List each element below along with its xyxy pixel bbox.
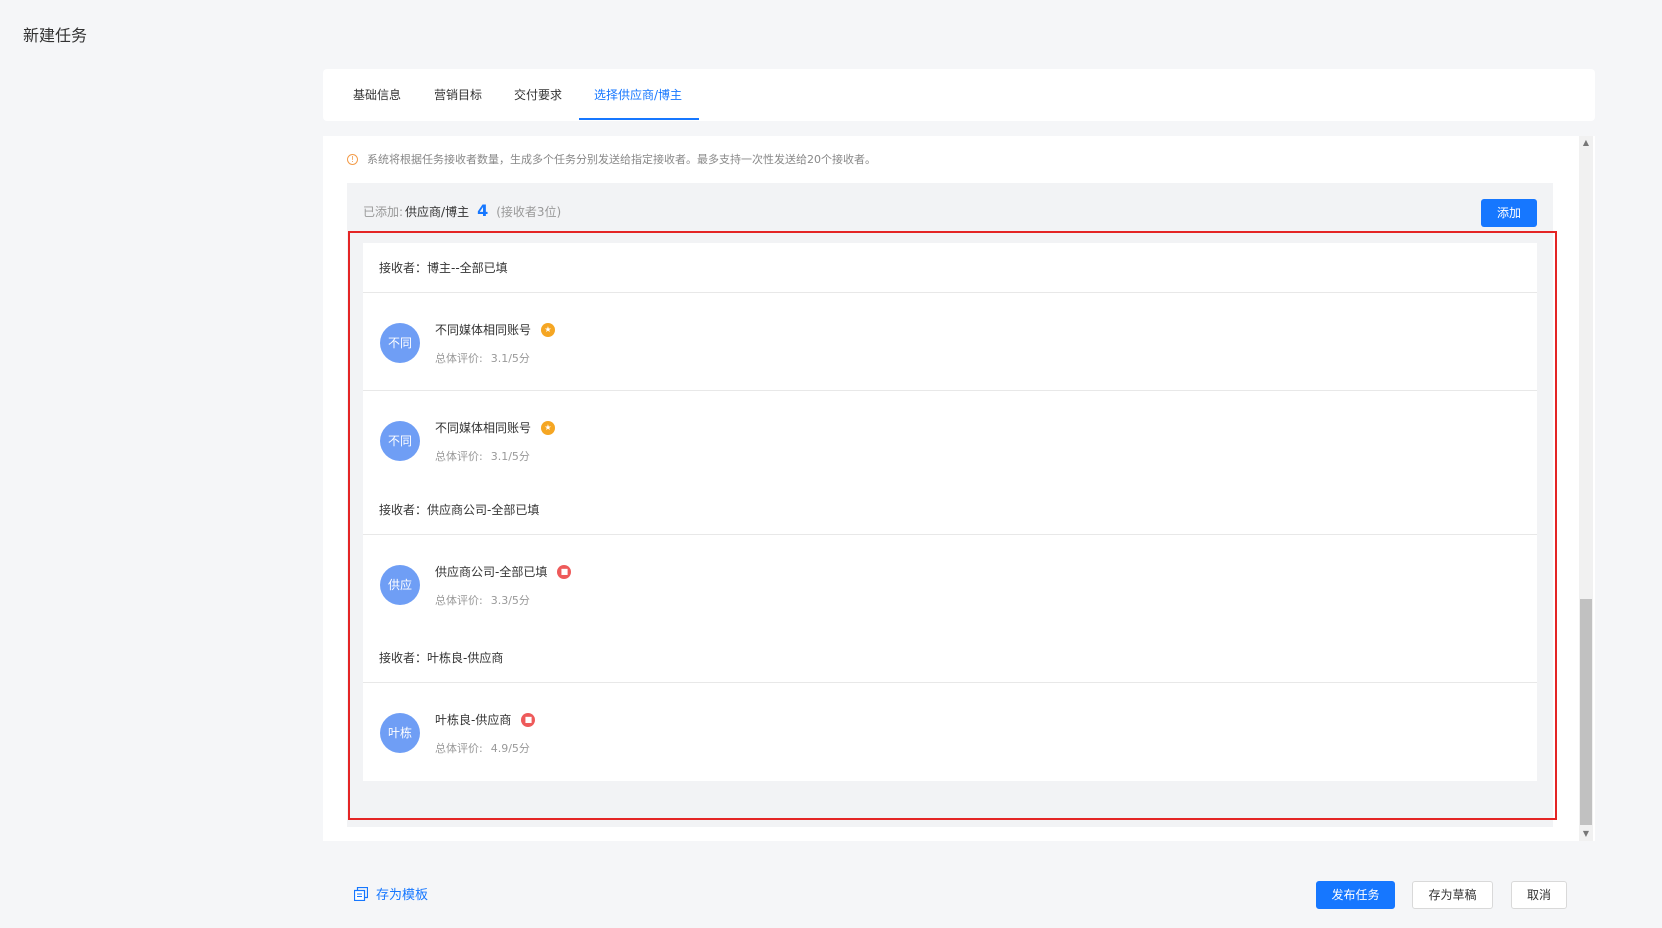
member-item: 叶栋 叶栋良-供应商 ■ 总体评价: 4.9/5分 <box>363 683 1537 781</box>
scrollbar[interactable]: ▲ ▼ <box>1579 136 1593 841</box>
added-label: 已添加: <box>363 205 404 219</box>
member-name: 不同媒体相同账号 ★ <box>435 419 556 436</box>
receiver-group: 接收者：供应商公司-全部已填 供应 供应商公司-全部已填 ■ 总体评价: 3.3/… <box>363 485 1537 633</box>
supplier-icon: ■ <box>521 712 536 727</box>
member-item: 不同 不同媒体相同账号 ★ 总体评价: 3.1/5分 <box>363 391 1537 489</box>
rating-label: 总体评价: <box>435 594 483 607</box>
member-item: 不同 不同媒体相同账号 ★ 总体评价: 3.1/5分 <box>363 293 1537 391</box>
page-title: 新建任务 <box>23 26 88 45</box>
added-type: 供应商/博主 <box>405 205 470 219</box>
scroll-thumb[interactable] <box>1580 599 1592 825</box>
added-summary: 已添加: 供应商/博主 4 (接收者3位) <box>363 201 561 220</box>
tab-bar: 基础信息 营销目标 交付要求 选择供应商/博主 <box>323 69 1595 121</box>
receiver-group: 接收者：叶栋良-供应商 叶栋 叶栋良-供应商 ■ 总体评价: 4.9/5分 <box>363 633 1537 781</box>
receiver-group: 接收者：博主--全部已填 不同 不同媒体相同账号 ★ 总体评价: 3.1/5分 不… <box>363 243 1537 489</box>
scroll-up-icon[interactable]: ▲ <box>1579 136 1593 150</box>
add-button[interactable]: 添加 <box>1481 199 1537 227</box>
avatar: 不同 <box>380 421 420 461</box>
content-card: ! 系统将根据任务接收者数量，生成多个任务分别发送给指定接收者。最多支持一次性发… <box>323 136 1595 841</box>
member-rating: 总体评价: 3.1/5分 <box>435 350 530 366</box>
rating-value: 3.1/5分 <box>490 450 530 463</box>
avatar: 供应 <box>380 565 420 605</box>
group-header: 接收者：叶栋良-供应商 <box>363 633 1537 683</box>
notice-text: 系统将根据任务接收者数量，生成多个任务分别发送给指定接收者。最多支持一次性发送给… <box>367 153 876 166</box>
avatar: 不同 <box>380 323 420 363</box>
rating-label: 总体评价: <box>435 450 483 463</box>
crown-icon: ★ <box>541 420 556 435</box>
crown-icon: ★ <box>541 322 556 337</box>
group-header: 接收者：供应商公司-全部已填 <box>363 485 1537 535</box>
member-name: 不同媒体相同账号 ★ <box>435 321 556 338</box>
scroll-down-icon[interactable]: ▼ <box>1579 827 1593 841</box>
tab-delivery-requirements[interactable]: 交付要求 <box>514 69 562 121</box>
member-item: 供应 供应商公司-全部已填 ■ 总体评价: 3.3/5分 <box>363 535 1537 633</box>
member-name-text: 不同媒体相同账号 <box>435 323 532 337</box>
save-template-button[interactable]: 存为模板 <box>354 884 428 903</box>
notice: ! 系统将根据任务接收者数量，生成多个任务分别发送给指定接收者。最多支持一次性发… <box>347 151 876 167</box>
group-header: 接收者：博主--全部已填 <box>363 243 1537 293</box>
rating-value: 4.9/5分 <box>490 742 530 755</box>
avatar: 叶栋 <box>380 713 420 753</box>
save-draft-button[interactable]: 存为草稿 <box>1412 881 1493 909</box>
supplier-icon: ■ <box>557 564 572 579</box>
member-name-text: 供应商公司-全部已填 <box>435 565 548 579</box>
member-rating: 总体评价: 4.9/5分 <box>435 740 530 756</box>
active-tab-indicator <box>579 118 699 120</box>
rating-value: 3.1/5分 <box>490 352 530 365</box>
member-name-text: 不同媒体相同账号 <box>435 421 532 435</box>
member-name: 叶栋良-供应商 ■ <box>435 711 536 728</box>
tab-basic-info[interactable]: 基础信息 <box>353 69 401 121</box>
member-rating: 总体评价: 3.1/5分 <box>435 448 530 464</box>
publish-button[interactable]: 发布任务 <box>1316 881 1395 909</box>
info-icon: ! <box>347 153 358 165</box>
cancel-button[interactable]: 取消 <box>1511 881 1567 909</box>
save-template-label: 存为模板 <box>376 888 429 903</box>
member-name-text: 叶栋良-供应商 <box>435 713 512 727</box>
tab-select-supplier[interactable]: 选择供应商/博主 <box>594 69 682 121</box>
member-rating: 总体评价: 3.3/5分 <box>435 592 530 608</box>
receiver-panel: 已添加: 供应商/博主 4 (接收者3位) 添加 接收者：博主--全部已填 不同… <box>347 183 1553 827</box>
copy-icon <box>354 886 368 901</box>
rating-label: 总体评价: <box>435 352 483 365</box>
tab-marketing-goal[interactable]: 营销目标 <box>434 69 482 121</box>
member-name: 供应商公司-全部已填 ■ <box>435 563 572 580</box>
rating-value: 3.3/5分 <box>490 594 530 607</box>
rating-label: 总体评价: <box>435 742 483 755</box>
added-count: 4 <box>477 201 489 220</box>
receiver-count: (接收者3位) <box>496 205 562 219</box>
